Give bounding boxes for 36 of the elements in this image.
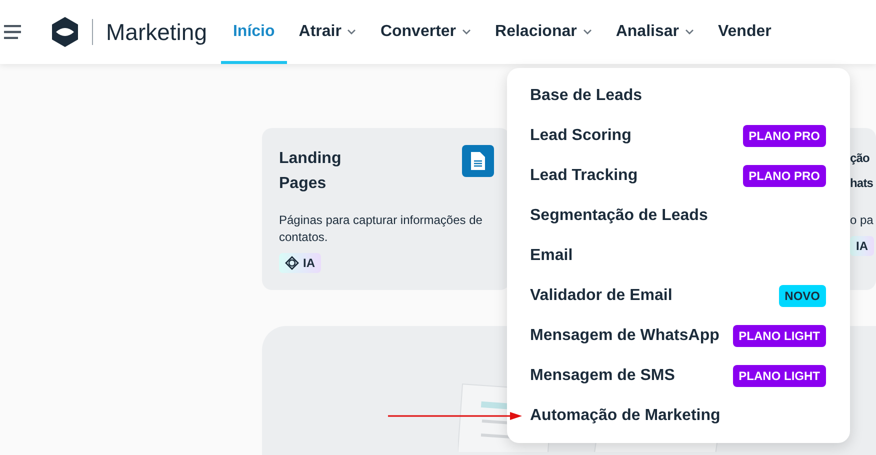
menu-item[interactable]: Automação de Marketing [530,407,720,425]
menu-icon[interactable] [4,25,21,39]
ai-tag: IA [850,236,874,256]
feature-card[interactable]: Landing Pages Páginas para capturar informações de contatos. IA [262,128,510,290]
card-title: ção hats [850,150,874,192]
nav-tab[interactable]: Converter [368,0,484,64]
card-description: o pa [850,212,874,229]
ai-icon [285,256,299,270]
menu-item[interactable]: Lead Scoring [530,127,632,145]
card-description: Páginas para capturar informações de contatos. [279,212,484,246]
menu-item[interactable]: Mensagem de SMS [530,367,675,385]
menu-item[interactable]: Lead Tracking [530,167,638,185]
hexagon-logo-icon [52,17,78,47]
ai-tag: IA [279,253,321,273]
chevron-icon [582,29,592,35]
document-icon [462,145,494,177]
menu-item[interactable]: Email [530,247,573,265]
plan-tag: PLANO PRO [742,165,826,187]
menu-item[interactable]: Mensagem de WhatsApp [530,327,720,345]
plan-tag: NOVO [778,285,826,307]
brand-name: Marketing [106,18,207,46]
nav-tab[interactable]: Atrair [286,0,368,64]
plan-tag: PLANO LIGHT [732,365,826,387]
plan-tag: PLANO LIGHT [732,325,826,347]
nav-tab[interactable]: Início [220,0,287,64]
plan-tag: PLANO PRO [742,125,826,147]
chevron-icon [462,29,472,35]
chevron-icon [684,29,694,35]
nav-tab[interactable]: Vender [706,0,784,64]
menu-item[interactable]: Segmentação de Leads [530,207,708,225]
nav-tab[interactable]: Analisar [604,0,706,64]
nav-tab[interactable]: Relacionar [483,0,604,64]
card-title: Landing Pages [279,149,342,194]
menu-item[interactable]: Base de Leads [530,87,642,105]
menu-item[interactable]: Validador de Email [530,287,672,305]
chevron-icon [347,29,356,35]
